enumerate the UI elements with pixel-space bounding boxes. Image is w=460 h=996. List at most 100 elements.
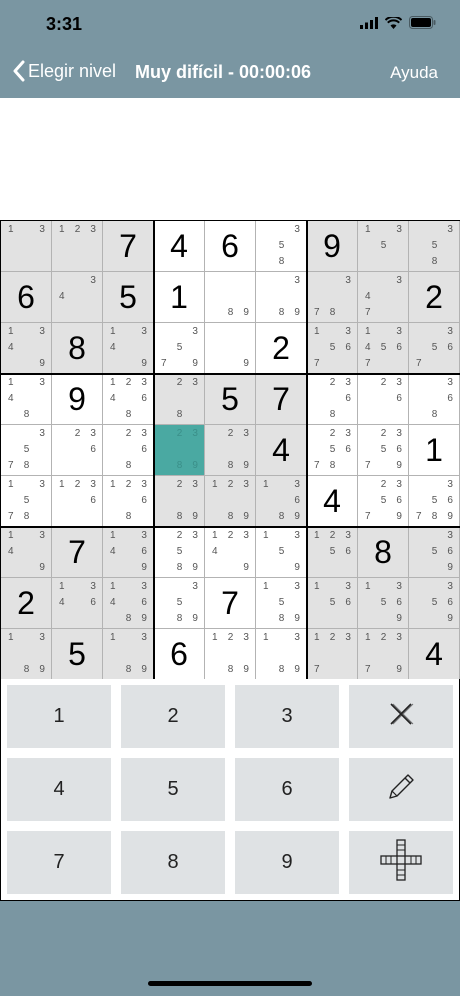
- sudoku-cell[interactable]: 1: [154, 272, 205, 323]
- sudoku-cell[interactable]: 123 7: [307, 629, 358, 680]
- pencil-mark: [172, 356, 188, 372]
- sudoku-cell[interactable]: 356 789: [409, 476, 460, 527]
- sudoku-cell[interactable]: 1 3 4 689: [103, 578, 154, 629]
- sudoku-cell[interactable]: 23 68: [103, 425, 154, 476]
- sudoku-cell[interactable]: 8: [358, 527, 409, 578]
- sudoku-cell[interactable]: 1 356: [307, 578, 358, 629]
- sudoku-cell[interactable]: 5: [205, 374, 256, 425]
- sudoku-cell[interactable]: 23 6: [358, 374, 409, 425]
- pencil-button[interactable]: [349, 758, 453, 821]
- sudoku-cell[interactable]: 7: [205, 578, 256, 629]
- key-six[interactable]: 6: [235, 758, 339, 821]
- sudoku-cell[interactable]: 2356 7 9: [358, 425, 409, 476]
- sudoku-cell[interactable]: 1 3578: [1, 476, 52, 527]
- clear-button[interactable]: [349, 685, 453, 748]
- sudoku-cell[interactable]: 5: [103, 272, 154, 323]
- sudoku-cell[interactable]: 123 7 9: [358, 629, 409, 680]
- sudoku-cell[interactable]: 1 356 7: [307, 323, 358, 374]
- sudoku-cell[interactable]: 4: [409, 629, 460, 680]
- sudoku-cell[interactable]: 89: [205, 272, 256, 323]
- sudoku-cell[interactable]: 2: [1, 578, 52, 629]
- sudoku-cell[interactable]: 2356 7 9: [358, 476, 409, 527]
- sudoku-cell[interactable]: 34: [52, 272, 103, 323]
- sudoku-cell[interactable]: 9: [307, 221, 358, 272]
- key-eight[interactable]: 8: [121, 831, 225, 894]
- sudoku-cell[interactable]: 3 78: [307, 272, 358, 323]
- sudoku-cell[interactable]: 1 3 48: [1, 374, 52, 425]
- sudoku-cell[interactable]: 1 356 9: [358, 578, 409, 629]
- sudoku-cell[interactable]: 123: [52, 221, 103, 272]
- key-three[interactable]: 3: [235, 685, 339, 748]
- sudoku-cell[interactable]: 1 359: [256, 527, 307, 578]
- key-seven[interactable]: 7: [7, 831, 111, 894]
- sudoku-cell[interactable]: 23 6: [52, 425, 103, 476]
- sudoku-cell[interactable]: 2356 78: [307, 425, 358, 476]
- pencil-mark: [172, 324, 188, 340]
- sudoku-cell[interactable]: 123 4 9: [205, 527, 256, 578]
- sudoku-cell[interactable]: 13: [1, 221, 52, 272]
- sudoku-cell[interactable]: 8: [52, 323, 103, 374]
- sudoku-cell[interactable]: 5: [52, 629, 103, 680]
- sudoku-cell[interactable]: 4: [307, 476, 358, 527]
- sudoku-cell[interactable]: 1 3 4 6: [52, 578, 103, 629]
- sudoku-cell[interactable]: 123 4 68: [103, 374, 154, 425]
- sudoku-cell[interactable]: 2: [256, 323, 307, 374]
- sudoku-cell[interactable]: 2: [409, 272, 460, 323]
- key-one[interactable]: 1: [7, 685, 111, 748]
- key-five[interactable]: 5: [121, 758, 225, 821]
- help-button[interactable]: Ayuda: [390, 63, 438, 83]
- crosshair-button[interactable]: [349, 831, 453, 894]
- sudoku-cell[interactable]: 7: [103, 221, 154, 272]
- sudoku-cell[interactable]: 356 9: [409, 527, 460, 578]
- sudoku-cell[interactable]: 6: [1, 272, 52, 323]
- sudoku-cell[interactable]: 35 89: [154, 578, 205, 629]
- sudoku-cell[interactable]: 1 35: [358, 221, 409, 272]
- sudoku-cell[interactable]: 1 3 689: [256, 476, 307, 527]
- sudoku-cell[interactable]: 4: [256, 425, 307, 476]
- sudoku-cell[interactable]: 357 9: [154, 323, 205, 374]
- sudoku-cell[interactable]: 356 7: [409, 323, 460, 374]
- sudoku-cell[interactable]: 1 3 4 6 9: [103, 527, 154, 578]
- sudoku-cell[interactable]: 1 35 89: [256, 578, 307, 629]
- sudoku-cell[interactable]: 4: [154, 221, 205, 272]
- sudoku-cell[interactable]: 123 89: [205, 629, 256, 680]
- sudoku-cell[interactable]: 3578: [1, 425, 52, 476]
- sudoku-cell[interactable]: 9: [205, 323, 256, 374]
- sudoku-cell[interactable]: 1 3 456 7: [358, 323, 409, 374]
- sudoku-cell[interactable]: 123 89: [205, 476, 256, 527]
- sudoku-cell[interactable]: 23 68: [307, 374, 358, 425]
- sudoku-cell[interactable]: 23 89: [205, 425, 256, 476]
- sudoku-cell[interactable]: 1 3 89: [103, 629, 154, 680]
- sudoku-cell[interactable]: 1 3 4 9: [1, 323, 52, 374]
- key-two[interactable]: 2: [121, 685, 225, 748]
- sudoku-cell[interactable]: 23 89: [154, 476, 205, 527]
- sudoku-cell[interactable]: 3 4 7: [358, 272, 409, 323]
- sudoku-cell[interactable]: 35 8: [256, 221, 307, 272]
- pencil-mark: 8: [431, 256, 438, 267]
- pencil-marks: 1 35: [360, 222, 407, 270]
- sudoku-cell[interactable]: 356 9: [409, 578, 460, 629]
- sudoku-cell[interactable]: 7: [256, 374, 307, 425]
- sudoku-cell[interactable]: 1 3 4 9: [103, 323, 154, 374]
- key-four[interactable]: 4: [7, 758, 111, 821]
- sudoku-cell[interactable]: 9: [52, 374, 103, 425]
- sudoku-cell[interactable]: 6: [154, 629, 205, 680]
- sudoku-cell[interactable]: 6: [205, 221, 256, 272]
- sudoku-cell[interactable]: 123 6: [52, 476, 103, 527]
- pencil-mark: 6: [141, 495, 147, 506]
- sudoku-cell[interactable]: 7: [52, 527, 103, 578]
- sudoku-cell[interactable]: 23 89: [154, 425, 205, 476]
- key-nine[interactable]: 9: [235, 831, 339, 894]
- sudoku-cell[interactable]: 3 68: [409, 374, 460, 425]
- sudoku-cell[interactable]: 35 8: [409, 221, 460, 272]
- sudoku-cell[interactable]: 12356: [307, 527, 358, 578]
- sudoku-cell[interactable]: 3 89: [256, 272, 307, 323]
- sudoku-cell[interactable]: 1 3 89: [256, 629, 307, 680]
- sudoku-cell[interactable]: 123 68: [103, 476, 154, 527]
- sudoku-cell[interactable]: 1: [409, 425, 460, 476]
- sudoku-cell[interactable]: 1 3 4 9: [1, 527, 52, 578]
- sudoku-cell[interactable]: 23 8: [154, 374, 205, 425]
- sudoku-cell[interactable]: 1 3 89: [1, 629, 52, 680]
- back-button[interactable]: Elegir nivel: [12, 60, 116, 82]
- sudoku-cell[interactable]: 235 89: [154, 527, 205, 578]
